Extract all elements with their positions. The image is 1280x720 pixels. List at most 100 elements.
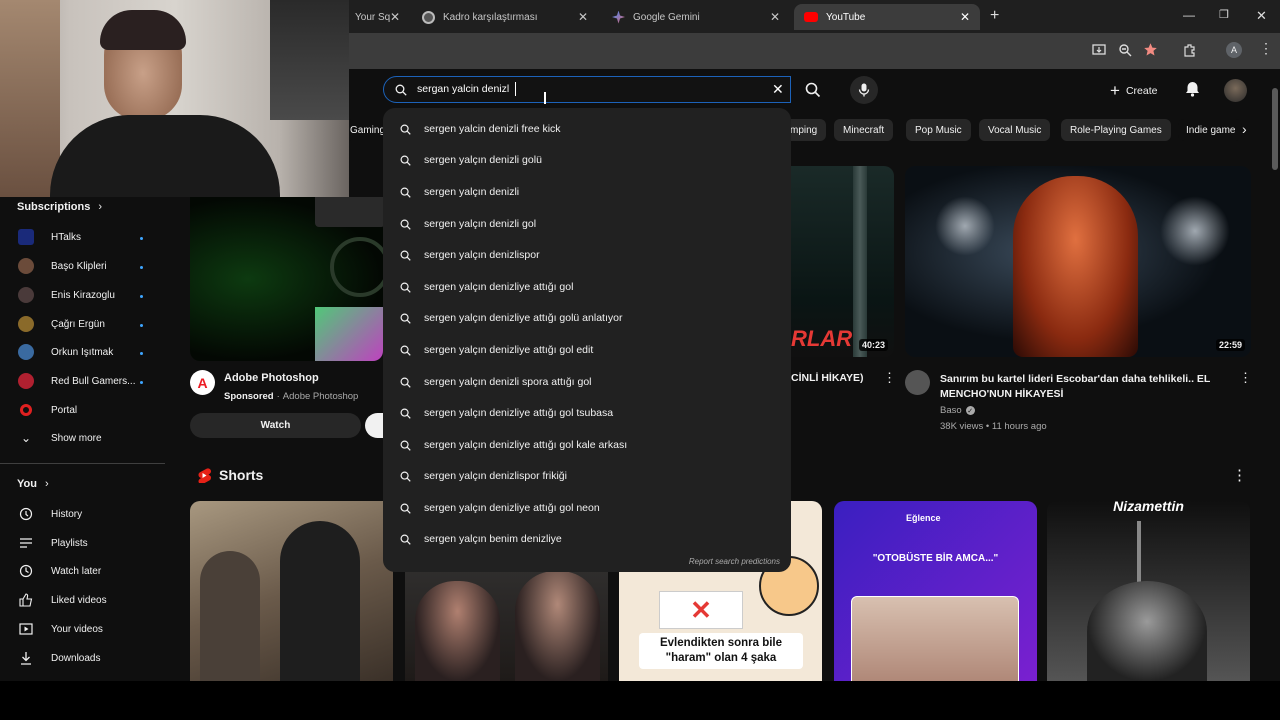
notifications-bell-icon[interactable] — [1185, 81, 1200, 97]
new-tab-button[interactable]: + — [990, 7, 999, 25]
sidebar-label: Playlists — [51, 537, 88, 549]
chevron-right-icon: › — [44, 478, 49, 490]
chip-indie-game[interactable]: Indie game — [1178, 119, 1242, 141]
short-thumbnail[interactable]: Eğlence "OTOBÜSTE BİR AMCA..." — [834, 501, 1037, 682]
minimize-icon[interactable]: — — [1183, 8, 1195, 22]
adobe-logo-icon[interactable]: A — [190, 370, 215, 395]
thumb-person — [200, 551, 260, 681]
suggestion-item[interactable]: sergen yalçın benim denizliye — [383, 524, 791, 554]
account-avatar[interactable] — [1224, 79, 1247, 102]
show-more-label: Show more — [51, 432, 102, 444]
sidebar-liked-videos[interactable]: Liked videos — [0, 586, 165, 614]
search-icon — [400, 219, 411, 230]
shorts-heading: Shorts — [219, 467, 264, 483]
zoom-icon[interactable] — [1118, 43, 1132, 57]
thumb-red-x: ✕ — [659, 591, 743, 629]
channel-name: Orkun Işıtmak — [51, 346, 114, 358]
suggestion-text: sergen yalçın denizliye attığı golü anla… — [424, 312, 623, 324]
ad-thumbnail[interactable] — [190, 197, 383, 361]
ad-graphic — [315, 307, 383, 361]
more-options-icon[interactable]: ⋮ — [1232, 466, 1247, 484]
scrollbar-thumb[interactable] — [1272, 88, 1278, 170]
sidebar-divider — [0, 463, 165, 464]
youtube-icon — [804, 12, 818, 22]
video-thumbnail[interactable]: 22:59 — [905, 166, 1251, 357]
profile-avatar[interactable]: A — [1226, 42, 1242, 58]
sidebar-playlists[interactable]: Playlists — [0, 529, 165, 557]
tab-gemini[interactable]: Google Gemini ✕ — [602, 4, 790, 30]
ad-cta-button[interactable] — [365, 413, 383, 438]
suggestion-item[interactable]: sergen yalçın denizlispor frikiği — [383, 461, 791, 491]
suggestion-text: sergen yalcin denizli free kick — [424, 123, 561, 135]
suggestion-item[interactable]: sergen yalçın denizli golü — [383, 145, 791, 175]
ad-title[interactable]: Adobe Photoshop — [224, 372, 319, 384]
report-predictions-link[interactable]: Report search predictions — [689, 557, 780, 566]
video-title[interactable]: CİNLİ HİKAYE) — [791, 372, 864, 384]
chip-minecraft[interactable]: Minecraft — [834, 119, 894, 141]
suggestion-item[interactable]: sergen yalçın denizliye attığı golü anla… — [383, 303, 791, 333]
search-button[interactable] — [795, 76, 831, 103]
sidebar-downloads[interactable]: Downloads — [0, 644, 165, 672]
suggestion-item[interactable]: sergen yalçın denizli — [383, 177, 791, 207]
close-icon[interactable]: ✕ — [770, 10, 780, 24]
channel-avatar — [18, 373, 34, 389]
suggestion-item[interactable]: sergen yalçın denizliye attığı gol — [383, 272, 791, 302]
video-title[interactable]: Sanırım bu kartel lideri Escobar'dan dah… — [940, 372, 1220, 402]
channel-name: HTalks — [51, 231, 82, 243]
chip-role-playing[interactable]: Role-Playing Games — [1061, 119, 1171, 141]
suggestion-item[interactable]: sergen yalcin denizli free kick — [383, 114, 791, 144]
tab-your-sq[interactable]: Your Sq ✕ — [345, 4, 410, 30]
suggestion-item[interactable]: sergen yalçın denizliye attığı gol neon — [383, 493, 791, 523]
restore-icon[interactable]: ❐ — [1219, 8, 1229, 21]
channel-avatar[interactable] — [905, 370, 930, 395]
close-icon[interactable]: ✕ — [960, 10, 970, 24]
chevron-right-icon[interactable]: › — [1242, 121, 1247, 137]
playlists-icon — [18, 535, 34, 551]
you-label: You — [17, 478, 37, 490]
suggestion-item[interactable]: sergen yalçın denizliye attığı gol tsuba… — [383, 398, 791, 428]
chip-pop-music[interactable]: Pop Music — [906, 119, 971, 141]
search-icon — [400, 155, 411, 166]
chip-vocal-music[interactable]: Vocal Music — [979, 119, 1051, 141]
suggestion-item[interactable]: sergen yalçın denizli gol — [383, 209, 791, 239]
create-button[interactable]: + Create — [1110, 81, 1157, 101]
scrollbar[interactable] — [1270, 70, 1280, 681]
show-more-button[interactable]: ⌄ Show more — [0, 424, 165, 452]
webcam-overlay — [0, 0, 349, 197]
search-icon — [400, 124, 411, 135]
suggestion-item[interactable]: sergen yalçın denizliye attığı gol kale … — [383, 430, 791, 460]
watch-button[interactable]: Watch — [190, 413, 361, 438]
thumb-face — [1087, 581, 1207, 682]
suggestion-item[interactable]: sergen yalçın denizli spora attığı gol — [383, 367, 791, 397]
suggestion-item[interactable]: sergen yalçın denizlispor — [383, 240, 791, 270]
search-input[interactable]: sergan yalcin denizl ✕ — [383, 76, 791, 103]
sidebar-your-videos[interactable]: Your videos — [0, 615, 165, 643]
video-channel[interactable]: Baso ✓ — [940, 405, 975, 416]
video-thumbnail[interactable]: RLAR 40:23 — [791, 166, 894, 357]
more-options-icon[interactable]: ⋮ — [1239, 370, 1252, 386]
plus-icon: + — [1110, 81, 1120, 100]
tab-kadro[interactable]: Kadro karşılaştırması ✕ — [412, 4, 598, 30]
channel-avatar — [20, 404, 32, 416]
menu-dots-icon[interactable]: ⋮ — [1259, 40, 1273, 57]
sidebar-watch-later[interactable]: Watch later — [0, 557, 165, 585]
channel-name: Enis Kirazoglu — [51, 289, 115, 301]
voice-search-button[interactable] — [850, 76, 878, 104]
short-thumbnail[interactable]: Nizamettin — [1047, 501, 1250, 682]
clear-search-icon[interactable]: ✕ — [772, 81, 784, 98]
sidebar-history[interactable]: History — [0, 500, 165, 528]
short-thumbnail[interactable] — [190, 501, 393, 682]
bookmark-star-icon[interactable] — [1143, 42, 1158, 57]
suggestion-item[interactable]: sergen yalçın denizliye attığı gol edit — [383, 335, 791, 365]
close-icon[interactable]: ✕ — [578, 10, 588, 24]
tab-youtube[interactable]: YouTube ✕ — [794, 4, 980, 30]
subscriptions-heading[interactable]: Subscriptions › — [17, 201, 102, 213]
close-icon[interactable]: ✕ — [390, 10, 400, 24]
install-app-icon[interactable] — [1092, 43, 1106, 57]
channel-avatar — [18, 287, 34, 303]
more-options-icon[interactable]: ⋮ — [883, 370, 896, 386]
you-heading[interactable]: You › — [17, 478, 49, 490]
window-close-icon[interactable]: ✕ — [1256, 8, 1267, 24]
sidebar-channel-portal[interactable]: Portal — [0, 396, 165, 424]
extensions-icon[interactable] — [1183, 43, 1197, 57]
